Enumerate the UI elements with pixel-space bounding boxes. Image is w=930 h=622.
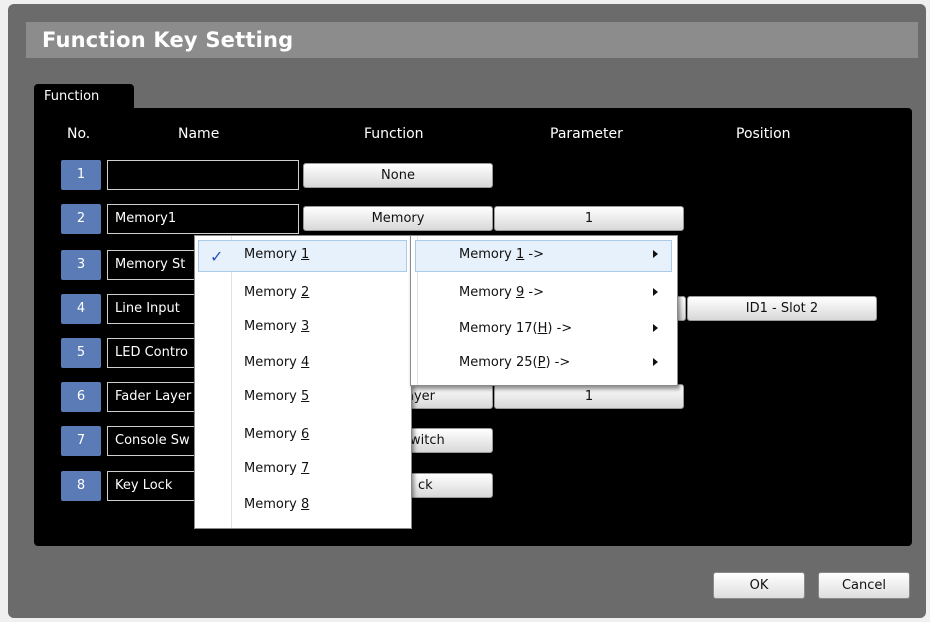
menu-item-memory-8[interactable]: Memory 8 bbox=[198, 490, 407, 522]
tab-function[interactable]: Function bbox=[34, 84, 134, 109]
menu-item-label: Memory 5 bbox=[244, 389, 310, 404]
menu-item-memory-2[interactable]: Memory 2 bbox=[198, 278, 407, 310]
menu-item-label: Memory 2 bbox=[244, 285, 310, 300]
submenu-arrow-icon bbox=[653, 250, 658, 258]
submenu-item-memory-17-group[interactable]: Memory 17(H) -> bbox=[415, 314, 672, 346]
row-number: 6 bbox=[61, 382, 101, 412]
menu-item-memory-3[interactable]: Memory 3 bbox=[198, 312, 407, 344]
menu-item-label: Memory 8 bbox=[244, 497, 310, 512]
row-number: 1 bbox=[61, 160, 101, 190]
header-name: Name bbox=[178, 126, 220, 142]
menu-item-memory-4[interactable]: Memory 4 bbox=[198, 348, 407, 380]
menu-item-label: Memory 6 bbox=[244, 427, 310, 442]
menu-item-label: Memory 3 bbox=[244, 319, 310, 334]
dialog-title: Function Key Setting bbox=[26, 22, 918, 58]
menu-item-label: Memory 1 bbox=[244, 247, 310, 262]
menu-item-label: Memory 4 bbox=[244, 355, 310, 370]
row-number: 7 bbox=[61, 426, 101, 456]
row-number: 8 bbox=[61, 471, 101, 501]
menu-item-label: Memory 7 bbox=[244, 461, 310, 476]
submenu-item-label: Memory 25(P) -> bbox=[459, 355, 571, 370]
memory-group-submenu: Memory 1 -> Memory 9 -> Memory 17(H) -> … bbox=[410, 235, 678, 386]
header-function: Function bbox=[364, 126, 424, 142]
name-field[interactable]: Memory1 bbox=[107, 204, 299, 234]
function-button[interactable]: None bbox=[303, 163, 493, 188]
menu-item-memory-7[interactable]: Memory 7 bbox=[198, 454, 407, 486]
menu-item-memory-5[interactable]: Memory 5 bbox=[198, 382, 407, 414]
submenu-item-label: Memory 17(H) -> bbox=[459, 321, 573, 336]
submenu-arrow-icon bbox=[653, 358, 658, 366]
row-number: 3 bbox=[61, 250, 101, 280]
position-button[interactable]: ID1 - Slot 2 bbox=[687, 296, 877, 321]
cancel-button[interactable]: Cancel bbox=[818, 572, 910, 599]
ok-button[interactable]: OK bbox=[713, 572, 805, 599]
menu-item-memory-1[interactable]: ✓ Memory 1 bbox=[198, 240, 407, 272]
row-number: 2 bbox=[61, 204, 101, 234]
checkmark-icon: ✓ bbox=[210, 247, 224, 266]
memory-dropdown-menu: ✓ Memory 1 Memory 2 Memory 3 Memory 4 Me… bbox=[194, 235, 412, 529]
submenu-arrow-icon bbox=[653, 288, 658, 296]
name-field[interactable] bbox=[107, 160, 299, 190]
row-number: 5 bbox=[61, 338, 101, 368]
parameter-button[interactable]: 1 bbox=[494, 206, 684, 231]
submenu-item-label: Memory 9 -> bbox=[459, 285, 545, 300]
header-position: Position bbox=[736, 126, 791, 142]
function-button[interactable]: Memory bbox=[303, 206, 493, 231]
submenu-item-memory-9-group[interactable]: Memory 9 -> bbox=[415, 278, 672, 310]
submenu-item-label: Memory 1 -> bbox=[459, 247, 545, 262]
submenu-item-memory-1-group[interactable]: Memory 1 -> bbox=[415, 240, 672, 272]
header-no: No. bbox=[67, 126, 91, 142]
submenu-item-memory-25-group[interactable]: Memory 25(P) -> bbox=[415, 348, 672, 380]
submenu-arrow-icon bbox=[653, 324, 658, 332]
row-number: 4 bbox=[61, 294, 101, 324]
menu-item-memory-6[interactable]: Memory 6 bbox=[198, 420, 407, 452]
header-parameter: Parameter bbox=[550, 126, 623, 142]
parameter-button[interactable]: 1 bbox=[494, 384, 684, 409]
